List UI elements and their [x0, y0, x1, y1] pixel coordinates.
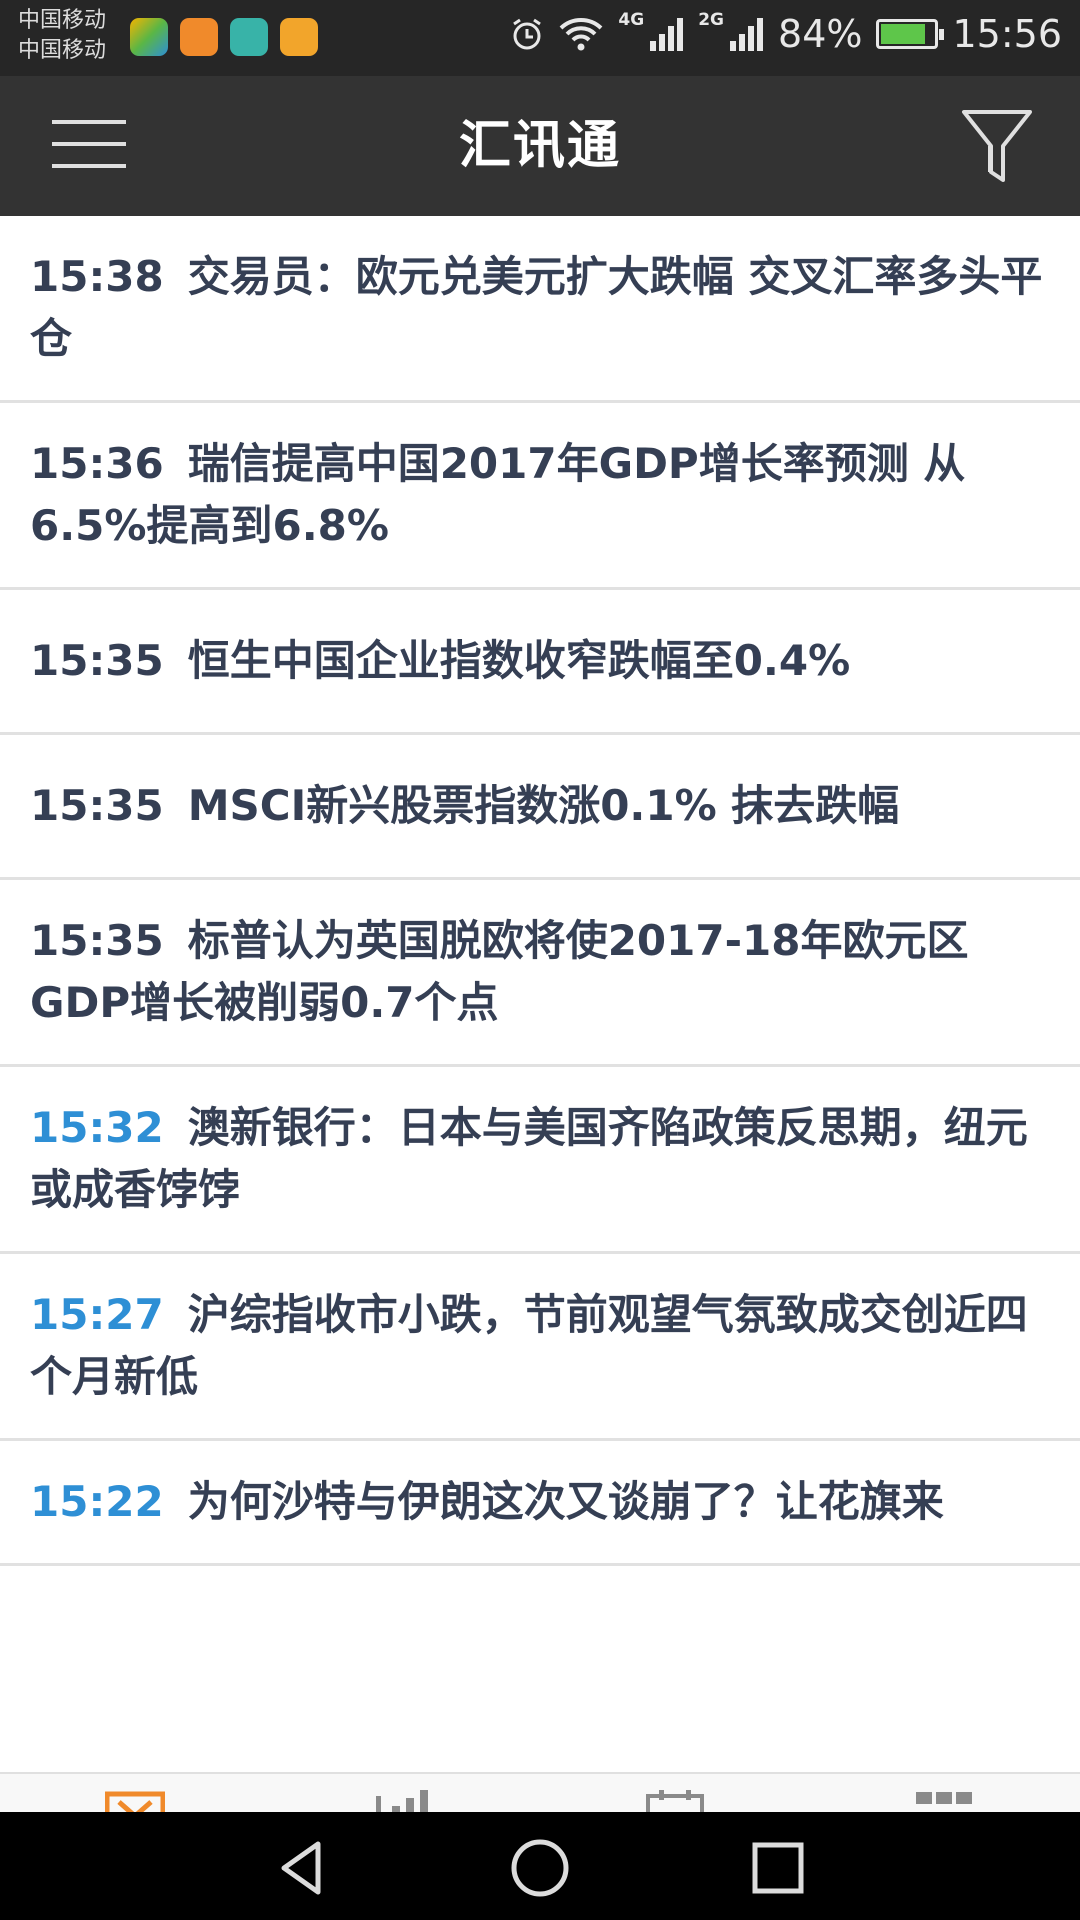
news-headline: 恒生中国企业指数收窄跌幅至0.4% [187, 636, 851, 685]
news-item[interactable]: 15:35 恒生中国企业指数收窄跌幅至0.4% [0, 590, 1080, 735]
app-icon-1 [130, 18, 168, 56]
news-time: 15:35 [30, 916, 164, 965]
app-icon-2 [180, 18, 218, 56]
clock: 15:56 [952, 12, 1062, 56]
more-tab-icon[interactable] [914, 1788, 974, 1814]
bottom-tab-bar [0, 1772, 1080, 1814]
calendar-tab-icon[interactable] [645, 1788, 705, 1814]
app-icon-3 [230, 18, 268, 56]
news-headline: 澳新银行：日本与美国齐陷政策反思期，纽元或成香饽饽 [30, 1103, 1028, 1214]
chart-tab-icon[interactable] [372, 1788, 432, 1814]
news-time: 15:27 [30, 1290, 164, 1339]
news-headline: 标普认为英国脱欧将使2017-18年欧元区GDP增长被削弱0.7个点 [30, 916, 969, 1027]
carrier-1: 中国移动 [18, 8, 107, 33]
back-icon[interactable] [270, 1836, 334, 1900]
news-time: 15:35 [30, 636, 164, 685]
news-headline: 瑞信提高中国2017年GDP增长率预测 从6.5%提高到6.8% [30, 439, 966, 550]
news-time: 15:32 [30, 1103, 164, 1152]
news-item[interactable]: 15:36 瑞信提高中国2017年GDP增长率预测 从6.5%提高到6.8% [0, 403, 1080, 590]
battery-fill [881, 24, 925, 44]
news-headline: 交易员：欧元兑美元扩大跌幅 交叉汇率多头平仓 [30, 252, 1043, 363]
alarm-icon [513, 18, 542, 50]
news-headline: 沪综指收市小跌，节前观望气氛致成交创近四个月新低 [30, 1290, 1028, 1401]
weibo-icon [280, 18, 318, 56]
news-item[interactable]: 15:27 沪综指收市小跌，节前观望气氛致成交创近四个月新低 [0, 1254, 1080, 1441]
news-time: 15:38 [30, 252, 164, 301]
notification-icons [130, 18, 318, 56]
filter-icon[interactable] [960, 106, 1034, 186]
home-icon[interactable] [508, 1836, 572, 1900]
network-type-1: 4G [618, 10, 645, 30]
news-item[interactable]: 15:35 标普认为英国脱欧将使2017-18年欧元区GDP增长被削弱0.7个点 [0, 880, 1080, 1067]
page-title: 汇讯通 [458, 116, 621, 176]
carrier-2: 中国移动 [18, 38, 107, 63]
system-nav-bar [0, 1812, 1080, 1920]
news-item[interactable]: 15:32 澳新银行：日本与美国齐陷政策反思期，纽元或成香饽饽 [0, 1067, 1080, 1254]
carrier-labels: 中国移动 中国移动 [18, 6, 106, 66]
news-time: 15:35 [30, 781, 164, 830]
network-type-2: 2G [698, 10, 725, 30]
news-item[interactable]: 15:35 MSCI新兴股票指数涨0.1% 抹去跌幅 [0, 735, 1080, 880]
news-time: 15:22 [30, 1477, 164, 1526]
news-item[interactable]: 15:22 为何沙特与伊朗这次又谈崩了？让花旗来 [0, 1441, 1080, 1566]
news-headline: MSCI新兴股票指数涨0.1% 抹去跌幅 [187, 781, 900, 830]
news-headline: 为何沙特与伊朗这次又谈崩了？让花旗来 [187, 1477, 944, 1526]
battery-percent: 84% [778, 12, 863, 56]
app-header: 汇讯通 [0, 76, 1080, 216]
news-item[interactable]: 15:38 交易员：欧元兑美元扩大跌幅 交叉汇率多头平仓 [0, 216, 1080, 403]
signal-icon [650, 18, 684, 51]
wifi-icon [560, 18, 603, 51]
news-feed[interactable]: 15:38 交易员：欧元兑美元扩大跌幅 交叉汇率多头平仓 15:36 瑞信提高中国2… [0, 216, 1080, 1772]
status-bar: 中国移动 中国移动 4G 2G 84% 15:56 [0, 0, 1080, 76]
news-tab-icon[interactable] [105, 1788, 165, 1814]
status-indicators: 4G 2G 84% 15:56 [510, 10, 1062, 56]
recents-icon[interactable] [746, 1836, 810, 1900]
news-time: 15:36 [30, 439, 164, 488]
battery-icon [876, 19, 945, 49]
signal-icon-2 [730, 18, 764, 51]
